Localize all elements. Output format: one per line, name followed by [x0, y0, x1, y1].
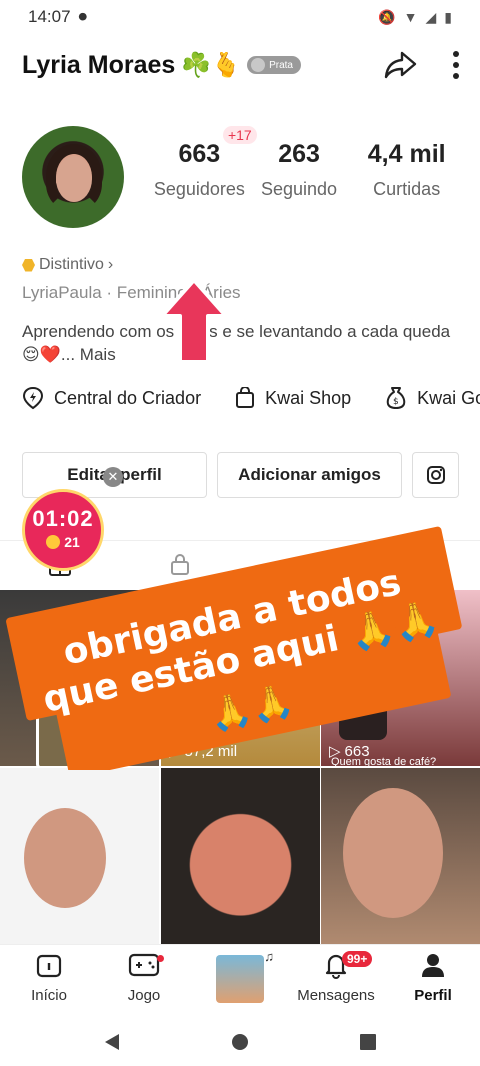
- kwai-shop-shortcut[interactable]: Kwai Shop: [235, 386, 351, 410]
- video-thumbnail[interactable]: [321, 768, 480, 944]
- more-options-icon[interactable]: [452, 50, 460, 80]
- nav-profile-label: Perfil: [414, 987, 452, 1004]
- rank-badge[interactable]: Prata: [247, 56, 301, 74]
- followers-label: Seguidores: [153, 179, 245, 199]
- bolt-pin-icon: [22, 386, 44, 410]
- reward-timer[interactable]: 01:02 21: [22, 489, 104, 571]
- instagram-icon: [426, 466, 445, 484]
- profile-actions: Editar perfil Adicionar amigos: [22, 452, 459, 498]
- nav-home[interactable]: Início: [26, 951, 72, 1004]
- badge-link[interactable]: Distintivo ›: [22, 256, 113, 274]
- story-thumbnail: ♫: [216, 949, 274, 1003]
- chevron-right-icon: ›: [107, 256, 114, 273]
- likes-count: 4,4 mil: [367, 140, 446, 168]
- kwai-shop-label: Kwai Shop: [265, 387, 352, 408]
- likes-label: Curtidas: [373, 179, 441, 199]
- following-label: Seguindo: [261, 179, 338, 199]
- close-timer-icon[interactable]: ✕: [103, 467, 123, 487]
- creator-shortcuts: Central do Criador Kwai Shop $ Kwai Gold: [22, 386, 480, 410]
- following-count: 263: [278, 140, 320, 168]
- money-bag-icon: $: [386, 387, 406, 409]
- music-note-icon: ♫: [264, 949, 274, 964]
- following-stat[interactable]: 263 Seguindo: [249, 140, 350, 200]
- battery-icon: ▮: [444, 8, 452, 25]
- status-icons: 🔕 ▼ ◢ ▮: [378, 9, 452, 26]
- coin-count: 21: [64, 534, 80, 550]
- profile-avatar[interactable]: [22, 126, 124, 228]
- creator-center-label: Central do Criador: [54, 387, 202, 408]
- badge-link-label: Distintivo: [39, 256, 104, 273]
- nav-game-label: Jogo: [127, 987, 161, 1004]
- coin-icon: [46, 535, 61, 549]
- up-arrow-sticker-icon: [160, 278, 228, 364]
- profile-name: Lyria Moraes: [22, 50, 176, 79]
- share-icon[interactable]: [384, 50, 418, 80]
- nav-game[interactable]: Jogo: [120, 951, 168, 1004]
- shopping-bag-icon: [236, 387, 255, 408]
- profile-header: Lyria Moraes ☘️🫰 Prata: [22, 40, 460, 90]
- clock: 14:07: [28, 7, 71, 26]
- instagram-button[interactable]: [412, 452, 459, 498]
- notification-dot: [157, 955, 164, 962]
- wifi-icon: ▼: [403, 9, 418, 25]
- bio-more-link[interactable]: Mais: [80, 345, 116, 364]
- profile-stats: 663 +17 Seguidores 263 Seguindo 4,4 mil …: [150, 126, 460, 200]
- bottom-nav: Início Jogo ♫ 99+ Mensagens Perfil: [0, 944, 480, 1018]
- nav-messages-label: Mensagens: [297, 987, 375, 1004]
- nav-story[interactable]: ♫: [216, 949, 274, 1007]
- gamepad-icon: [128, 953, 160, 977]
- add-friends-button[interactable]: Adicionar amigos: [217, 452, 402, 498]
- followers-count: 663: [178, 140, 221, 168]
- likes-stat[interactable]: 4,4 mil Curtidas: [353, 140, 460, 200]
- followers-stat[interactable]: 663 +17 Seguidores: [150, 126, 257, 200]
- mute-icon: 🔕: [378, 8, 396, 25]
- back-icon[interactable]: [103, 1033, 121, 1051]
- video-thumbnail[interactable]: [0, 768, 159, 944]
- rank-badge-label: Prata: [269, 59, 293, 71]
- profile-bio: Aprendendo com os erros e se levantando …: [22, 320, 452, 366]
- nav-profile[interactable]: Perfil: [412, 951, 454, 1004]
- creator-center-shortcut[interactable]: Central do Criador: [22, 386, 201, 410]
- person-icon: [422, 954, 444, 977]
- status-bar: 14:07 ⏺ 🔕 ▼ ◢ ▮: [0, 0, 480, 34]
- home-circle-icon[interactable]: [231, 1033, 249, 1051]
- video-thumbnail[interactable]: [161, 768, 320, 944]
- nav-home-label: Início: [31, 987, 67, 1004]
- recents-icon[interactable]: [359, 1033, 377, 1051]
- signal-icon: ◢: [425, 8, 437, 25]
- system-navigation: [0, 1018, 480, 1066]
- record-icon: ⏺: [78, 7, 88, 26]
- timer-time: 01:02: [32, 506, 94, 531]
- medal-icon: [251, 58, 266, 72]
- svg-text:$: $: [393, 397, 399, 407]
- messages-badge: 99+: [342, 951, 373, 967]
- name-emoji: ☘️🫰: [181, 51, 242, 79]
- badge-icon: [22, 258, 35, 272]
- home-icon: [36, 954, 62, 978]
- kwai-gold-shortcut[interactable]: $ Kwai Gold: [385, 386, 480, 410]
- kwai-gold-label: Kwai Gold: [417, 387, 480, 408]
- nav-messages[interactable]: 99+ Mensagens: [296, 951, 376, 1004]
